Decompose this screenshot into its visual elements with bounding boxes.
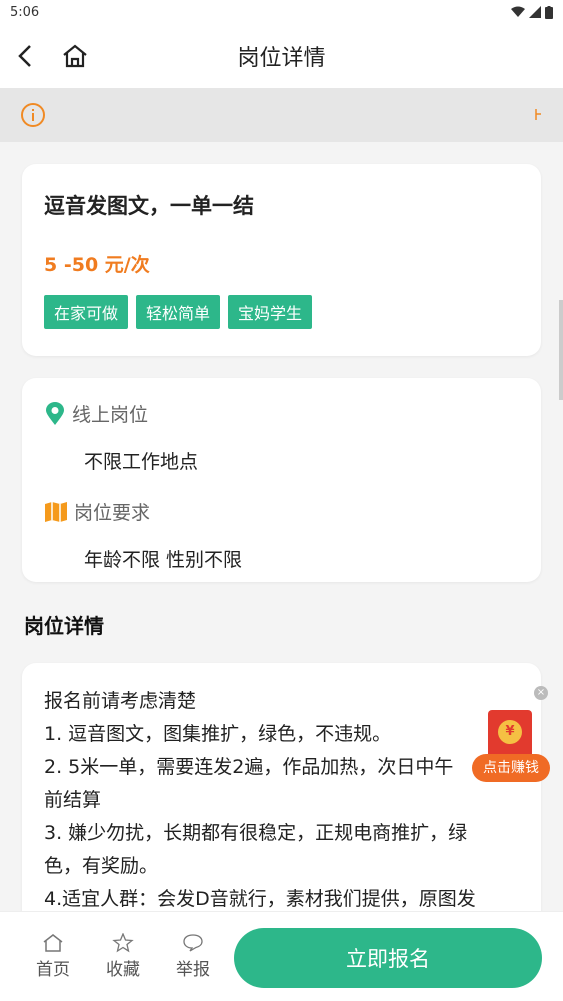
info-icon (21, 103, 45, 127)
job-tag: 宝妈学生 (228, 295, 313, 329)
home-icon (43, 934, 63, 952)
battery-icon (545, 5, 553, 19)
red-packet-widget[interactable]: × ¥ 点击赚钱 (472, 686, 552, 784)
location-card: 线上岗位 不限工作地点 岗位要求 年龄不限 性别不限 (22, 378, 541, 582)
job-tag: 轻松简单 (136, 295, 221, 329)
back-button[interactable] (10, 38, 40, 74)
chat-bubble-icon (183, 934, 203, 952)
job-tags: 在家可做 轻松简单 宝妈学生 (44, 295, 519, 329)
detail-line: 4.适宜人群：会发D音就行，素材我们提供，原图发 (44, 888, 476, 910)
details-section-title: 岗位详情 (24, 614, 104, 638)
location-place: 不限工作地点 (84, 451, 199, 473)
requirement-value: 年龄不限 性别不限 (84, 549, 243, 571)
details-card: 报名前请考虑清楚 1. 逗音图文，图集推扩，绿色，不违规。 2. 5米一单，需要… (22, 663, 541, 911)
close-icon[interactable]: × (534, 686, 548, 700)
detail-line: 2. 5米一单，需要连发2遍，作品加热，次日中午 (44, 756, 454, 778)
nav-report[interactable]: 举报 (158, 933, 228, 980)
requirement-row: 岗位要求 (44, 498, 519, 525)
status-bar: 5:06 (0, 0, 563, 24)
requirement-label: 岗位要求 (74, 502, 151, 524)
detail-line: 3. 嫌少勿扰，长期都有很稳定，正规电商推扩，绿 (44, 822, 468, 844)
job-tag: 在家可做 (44, 295, 129, 329)
nav-favorite[interactable]: 收藏 (88, 933, 158, 980)
bottom-bar: 首页 收藏 举报 立即报名 (0, 911, 563, 1001)
home-icon (63, 44, 87, 68)
notice-bar[interactable] (0, 88, 563, 142)
detail-line: 1. 逗音图文，图集推扩，绿色，不违规。 (44, 723, 392, 745)
detail-line: 色，有奖励。 (44, 855, 159, 877)
location-type-label: 线上岗位 (72, 404, 149, 426)
apply-button[interactable]: 立即报名 (234, 928, 542, 988)
status-time: 5:06 (10, 4, 40, 20)
job-title: 逗音发图文，一单一结 (44, 194, 254, 218)
location-type-row: 线上岗位 (44, 400, 519, 427)
signal-icon (529, 6, 541, 18)
home-button[interactable] (58, 38, 92, 74)
nav-home-label: 首页 (36, 960, 70, 980)
detail-line: 报名前请考虑清楚 (44, 690, 197, 712)
map-icon (45, 501, 67, 522)
location-pin-icon (46, 401, 64, 425)
header: 岗位详情 (0, 24, 563, 88)
content-scroll[interactable]: 逗音发图文，一单一结 5 -50 元/次 在家可做 轻松简单 宝妈学生 线上岗位… (0, 142, 563, 911)
detail-line: 前结算 (44, 789, 102, 811)
scrollbar[interactable] (559, 300, 563, 400)
star-icon (112, 933, 134, 953)
wifi-icon (511, 6, 525, 17)
status-icons (511, 5, 553, 19)
nav-home[interactable]: 首页 (18, 933, 88, 980)
job-salary: 5 -50 元/次 (44, 254, 150, 276)
chevron-left-icon (18, 45, 31, 67)
nav-report-label: 举报 (176, 960, 210, 980)
red-packet-label[interactable]: 点击赚钱 (472, 754, 550, 782)
notice-scroll-marker-icon (535, 109, 541, 120)
nav-favorite-label: 收藏 (106, 960, 140, 980)
yuan-coin-icon: ¥ (498, 720, 522, 744)
job-card: 逗音发图文，一单一结 5 -50 元/次 在家可做 轻松简单 宝妈学生 (22, 164, 541, 356)
